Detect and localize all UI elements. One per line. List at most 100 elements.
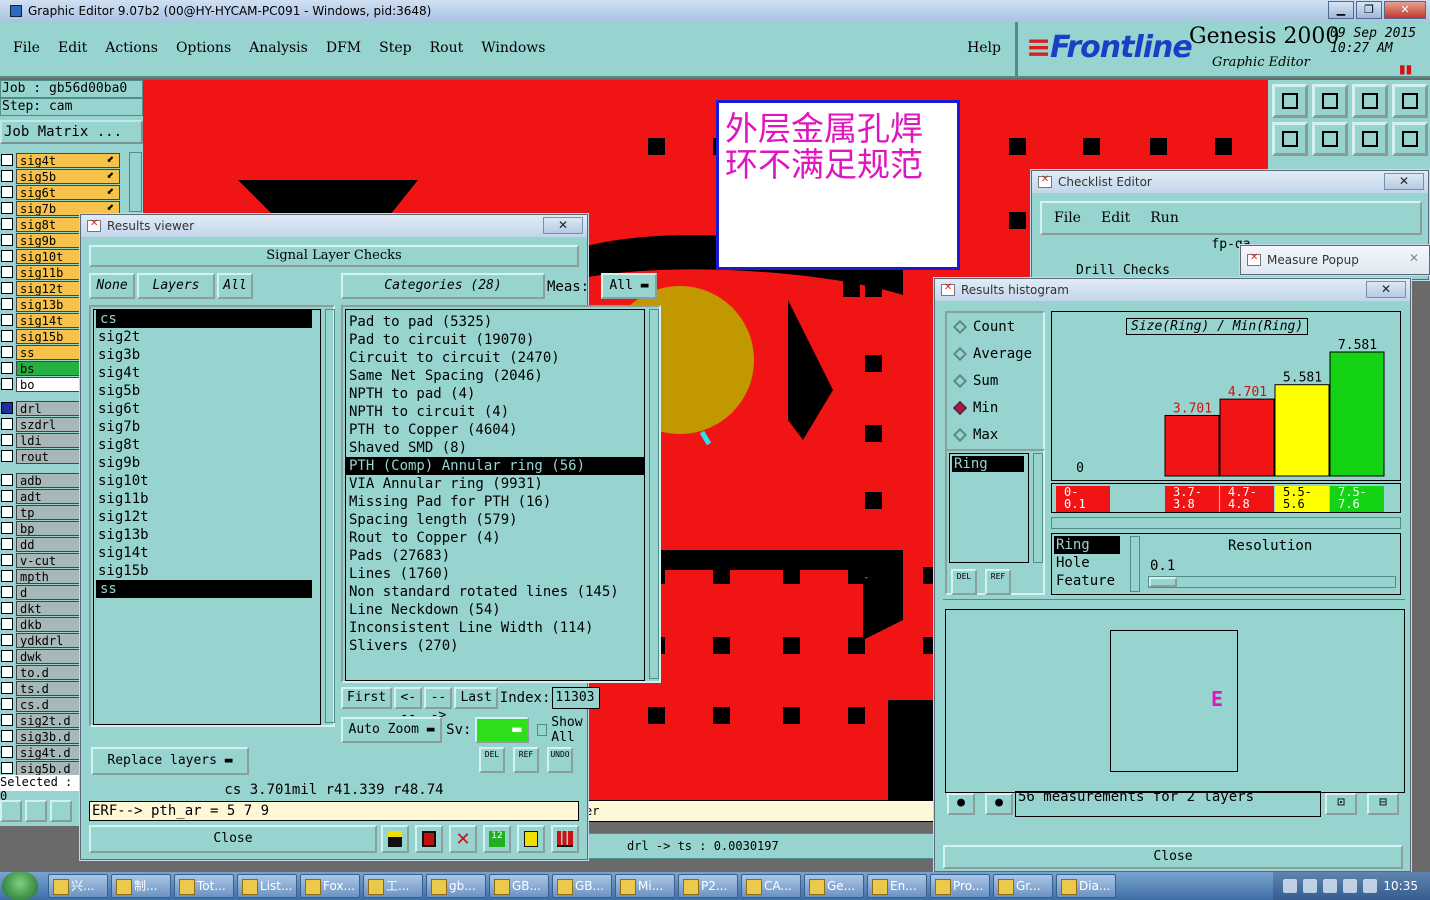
result-layer-item[interactable]: sig14t: [94, 544, 320, 562]
layer-checkbox[interactable]: [1, 282, 13, 294]
ime-icon[interactable]: [1283, 879, 1298, 893]
volume-icon[interactable]: [1343, 879, 1358, 893]
histogram-bar[interactable]: [1219, 398, 1275, 477]
layer-arrow-icon[interactable]: ⬋: [106, 187, 114, 197]
menu-options[interactable]: Options: [167, 40, 240, 56]
arrow-right-icon[interactable]: [1312, 122, 1348, 156]
layer-checkbox[interactable]: [1, 730, 13, 742]
highlight-icon[interactable]: [381, 825, 409, 853]
last-button[interactable]: Last: [454, 687, 498, 709]
radio-diamond-icon[interactable]: [952, 400, 968, 415]
result-layer-item[interactable]: sig6t: [94, 400, 320, 418]
category-item[interactable]: Slivers (270): [346, 637, 644, 655]
none-button[interactable]: None: [89, 273, 135, 299]
result-layer-item[interactable]: sig2t: [94, 328, 320, 346]
arrow-left-icon[interactable]: [1272, 122, 1308, 156]
report-icon[interactable]: [415, 825, 443, 853]
result-layer-item[interactable]: sig5b: [94, 382, 320, 400]
category-item[interactable]: Line Neckdown (54): [346, 601, 644, 619]
menu-windows[interactable]: Windows: [472, 40, 554, 56]
histogram-scrollbar[interactable]: [1051, 517, 1401, 529]
result-layer-item[interactable]: ss: [96, 580, 312, 598]
home-down-icon[interactable]: [1312, 84, 1348, 118]
show-all-checkbox[interactable]: [536, 724, 548, 736]
network-icon[interactable]: [1323, 879, 1338, 893]
stat-option-count[interactable]: Count: [947, 313, 1043, 340]
pause-icon[interactable]: ▮▮: [1399, 62, 1412, 76]
collapse-icon[interactable]: ⊟: [1367, 793, 1399, 815]
histogram-ref-icon[interactable]: ●: [985, 793, 1013, 815]
layer-checkbox[interactable]: [1, 554, 13, 566]
taskbar-item[interactable]: List...: [237, 874, 297, 898]
histogram-ref-button[interactable]: REF: [985, 569, 1011, 595]
histogram-bin-label[interactable]: 3.7- 3.8: [1165, 486, 1219, 512]
layer-checkbox[interactable]: [1, 666, 13, 678]
layer-list-scrollbar[interactable]: [129, 152, 142, 212]
minimize-button[interactable]: ▁: [1328, 1, 1354, 19]
breakdown-scrollbar[interactable]: [1130, 536, 1140, 592]
ref-button[interactable]: REF: [513, 747, 539, 773]
breakdown-item[interactable]: Hole: [1054, 554, 1128, 572]
taskbar-item[interactable]: Pro...: [930, 874, 990, 898]
taskbar-item[interactable]: CA...: [741, 874, 801, 898]
layer-checkbox[interactable]: [1, 250, 13, 262]
sv-color-dropdown[interactable]: ▬: [475, 717, 529, 743]
taskbar-item[interactable]: GB...: [489, 874, 549, 898]
category-item[interactable]: Missing Pad for PTH (16): [346, 493, 644, 511]
layer-arrow-icon[interactable]: ⬋: [106, 203, 114, 213]
flag-icon[interactable]: [1363, 879, 1378, 893]
menu-step[interactable]: Step: [370, 40, 420, 56]
measure-list-scrollbar[interactable]: [1033, 453, 1043, 563]
layer-row[interactable]: sig5b ⬋: [0, 168, 128, 184]
radio-diamond-icon[interactable]: [952, 319, 968, 334]
histogram-bin-label[interactable]: 4.7- 4.8: [1220, 486, 1274, 512]
auto-zoom-dropdown[interactable]: Auto Zoom ▬: [341, 717, 443, 743]
category-item[interactable]: Rout to Copper (4): [346, 529, 644, 547]
layer-checkbox[interactable]: [1, 298, 13, 310]
layer-checkbox[interactable]: [1, 170, 13, 182]
layer-checkbox[interactable]: [1, 186, 13, 198]
result-layer-item[interactable]: sig9b: [94, 454, 320, 472]
layer-checkbox[interactable]: [1, 570, 13, 582]
maximize-button[interactable]: ❐: [1356, 1, 1382, 19]
category-item[interactable]: Same Net Spacing (2046): [346, 367, 644, 385]
checklist-row[interactable]: Drill Checks: [1046, 263, 1226, 279]
all-button[interactable]: All: [217, 273, 253, 299]
taskbar-item[interactable]: 兴...: [48, 874, 108, 898]
result-layer-item[interactable]: sig13b: [94, 526, 320, 544]
layer-checkbox[interactable]: [1, 682, 13, 694]
layers-scrollbar[interactable]: [325, 309, 335, 723]
taskbar-item[interactable]: Gr...: [993, 874, 1053, 898]
category-item[interactable]: Spacing length (579): [346, 511, 644, 529]
layer-checkbox[interactable]: [1, 346, 13, 358]
layer-row[interactable]: sig4t ⬋: [0, 152, 128, 168]
taskbar-item[interactable]: Tot...: [174, 874, 234, 898]
zoom-box-icon[interactable]: [1392, 84, 1428, 118]
histogram-bin-label[interactable]: 7.5- 7.6: [1330, 486, 1384, 512]
histogram-delete-icon[interactable]: ●: [947, 793, 975, 815]
layer-checkbox[interactable]: [1, 538, 13, 550]
layer-checkbox[interactable]: [1, 602, 13, 614]
categories-scrollbar[interactable]: [649, 309, 659, 679]
category-item[interactable]: PTH (Comp) Annular ring (56): [346, 457, 644, 475]
next-button[interactable]: --->: [424, 687, 453, 723]
radio-diamond-icon[interactable]: [952, 346, 968, 361]
taskbar-item[interactable]: Ge...: [804, 874, 864, 898]
layer-checkbox[interactable]: [1, 418, 13, 430]
layer-checkbox[interactable]: [1, 154, 13, 166]
checklist-menu-file[interactable]: File: [1054, 210, 1081, 226]
taskbar-item[interactable]: P2...: [678, 874, 738, 898]
categories-button[interactable]: Categories (28): [341, 273, 545, 299]
tool-measure-icon[interactable]: [25, 800, 47, 822]
layer-checkbox[interactable]: [1, 402, 13, 414]
category-item[interactable]: VIA Annular ring (9931): [346, 475, 644, 493]
first-button[interactable]: First: [341, 687, 393, 709]
category-item[interactable]: Pad to circuit (19070): [346, 331, 644, 349]
layer-arrow-icon[interactable]: ⬋: [106, 171, 114, 181]
result-layer-item[interactable]: cs: [96, 310, 312, 328]
layer-checkbox[interactable]: [1, 698, 13, 710]
histogram-bar[interactable]: [1274, 384, 1330, 477]
checklist-menu-run[interactable]: Run: [1150, 210, 1179, 226]
tool-select-icon[interactable]: [0, 800, 22, 822]
layer-row[interactable]: sig6t ⬋: [0, 184, 128, 200]
